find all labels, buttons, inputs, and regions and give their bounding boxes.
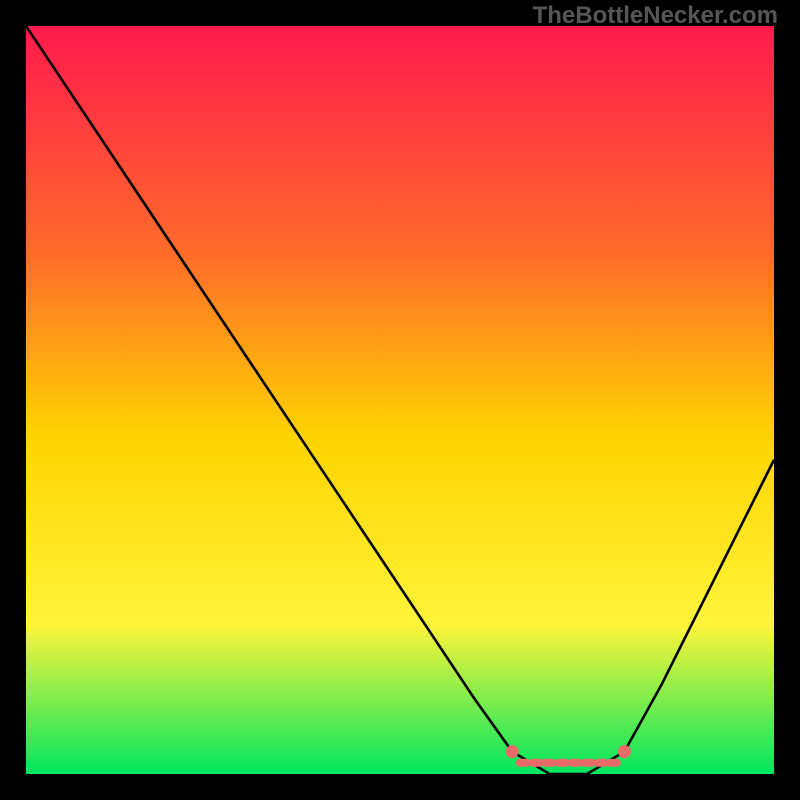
chart-frame: TheBottleNecker.com	[0, 0, 800, 800]
chart-svg	[26, 26, 774, 774]
plot-area	[26, 26, 774, 774]
marker-dot-right	[618, 745, 631, 758]
gradient-background	[26, 26, 774, 774]
marker-dot-left	[506, 745, 519, 758]
